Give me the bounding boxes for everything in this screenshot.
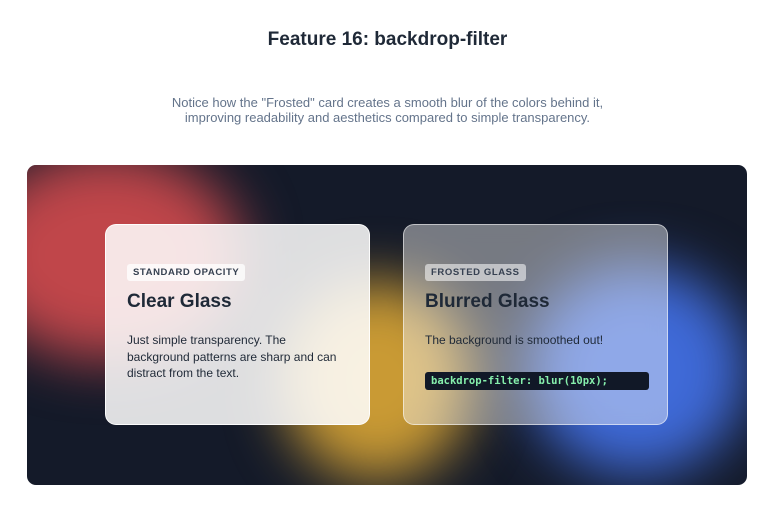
page: Feature 16: backdrop-filter Notice how t… xyxy=(0,0,775,511)
blurred-glass-title: Blurred Glass xyxy=(425,291,550,312)
code-snippet: backdrop-filter: blur(10px); xyxy=(425,371,649,390)
clear-glass-title: Clear Glass xyxy=(127,291,232,312)
frosted-glass-card: FROSTED GLASS Blurred Glass The backgrou… xyxy=(403,224,668,425)
standard-opacity-badge: STANDARD OPACITY xyxy=(127,264,246,281)
demo-stage: STANDARD OPACITY Clear Glass Just simple… xyxy=(27,165,747,485)
clear-glass-text: Just simple transparency. The background… xyxy=(127,333,337,380)
page-subtitle: Notice how the "Frosted" card creates a … xyxy=(171,95,604,125)
page-title: Feature 16: backdrop-filter xyxy=(267,29,508,50)
blurred-glass-text: The background is smoothed out! xyxy=(425,333,604,347)
frosted-glass-badge: FROSTED GLASS xyxy=(425,264,526,281)
clear-glass-card: STANDARD OPACITY Clear Glass Just simple… xyxy=(105,224,370,425)
